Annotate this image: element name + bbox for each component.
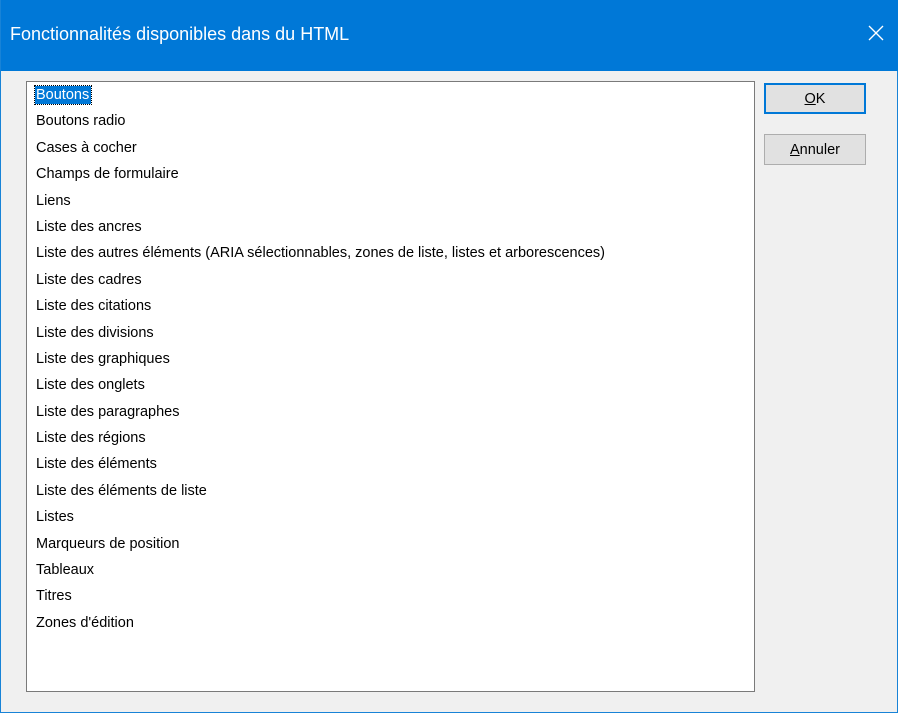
list-item-label: Marqueurs de position xyxy=(36,535,180,552)
list-item-label: Listes xyxy=(36,509,74,526)
ok-button[interactable]: OK xyxy=(764,83,866,114)
list-item[interactable]: Liste des cadres xyxy=(35,267,607,293)
list-item-label: Liste des ancres xyxy=(36,218,142,235)
list-item[interactable]: Zones d'édition xyxy=(35,610,607,636)
window-title: Fonctionnalités disponibles dans du HTML xyxy=(10,24,350,44)
features-list: Boutons Boutons radio Cases à cocher Champs… xyxy=(33,82,607,636)
list-item-label: Liste des éléments de liste xyxy=(36,482,207,499)
cancel-button-accel: A xyxy=(790,141,800,158)
cancel-button[interactable]: Annuler xyxy=(764,134,866,165)
list-item-label: Zones d'édition xyxy=(36,614,134,631)
list-item[interactable]: Cases à cocher xyxy=(35,135,607,161)
list-item[interactable]: Liste des onglets xyxy=(35,372,607,398)
cancel-button-label: nnuler xyxy=(799,141,840,158)
list-item-label: Liste des citations xyxy=(36,298,152,315)
list-item-label: Cases à cocher xyxy=(36,139,137,156)
list-item[interactable]: Liste des graphiques xyxy=(35,346,607,372)
list-item[interactable]: Marqueurs de position xyxy=(35,531,607,557)
list-item[interactable]: Champs de formulaire xyxy=(35,161,607,187)
list-item-label: Liste des graphiques xyxy=(36,350,170,367)
list-item-label: Boutons radio xyxy=(36,113,126,130)
list-item[interactable]: Liste des citations xyxy=(35,293,607,319)
list-item[interactable]: Listes xyxy=(35,504,607,530)
list-item-label: Liste des divisions xyxy=(36,324,154,341)
title-bar: Fonctionnalités disponibles dans du HTML xyxy=(1,0,898,71)
list-item[interactable]: Liens xyxy=(35,188,607,214)
list-item[interactable]: Liste des autres éléments (ARIA sélectio… xyxy=(35,240,607,266)
close-button[interactable] xyxy=(853,10,898,56)
list-item-label: Liste des onglets xyxy=(36,377,145,394)
list-item[interactable]: Boutons radio xyxy=(35,108,607,134)
list-item[interactable]: Liste des éléments xyxy=(35,451,607,477)
list-item[interactable]: Titres xyxy=(35,583,607,609)
list-item-label: Liste des autres éléments (ARIA sélectio… xyxy=(36,245,606,262)
dialog-window: Fonctionnalités disponibles dans du HTML… xyxy=(0,0,898,713)
list-item-label: Liste des cadres xyxy=(36,271,142,288)
list-item-label: Liste des éléments xyxy=(36,456,157,473)
list-item-label: Tableaux xyxy=(36,562,95,579)
ok-button-accel: O xyxy=(804,90,816,107)
list-item-label: Champs de formulaire xyxy=(36,166,179,183)
ok-button-label: K xyxy=(815,90,826,107)
list-item[interactable]: Boutons xyxy=(33,82,607,108)
list-item[interactable]: Liste des divisions xyxy=(35,320,607,346)
list-item[interactable]: Liste des éléments de liste xyxy=(35,478,607,504)
features-listbox[interactable]: Boutons Boutons radio Cases à cocher Champs… xyxy=(26,81,755,692)
list-item-label: Liste des régions xyxy=(36,430,146,447)
list-item-label: Boutons xyxy=(33,85,93,105)
list-item[interactable]: Liste des régions xyxy=(35,425,607,451)
list-item[interactable]: Liste des ancres xyxy=(35,214,607,240)
close-icon xyxy=(868,25,884,41)
list-item-label: Titres xyxy=(36,588,72,605)
list-item-label: Liste des paragraphes xyxy=(36,403,180,420)
list-item[interactable]: Tableaux xyxy=(35,557,607,583)
list-item[interactable]: Liste des paragraphes xyxy=(35,399,607,425)
list-item-label: Liens xyxy=(36,192,71,209)
